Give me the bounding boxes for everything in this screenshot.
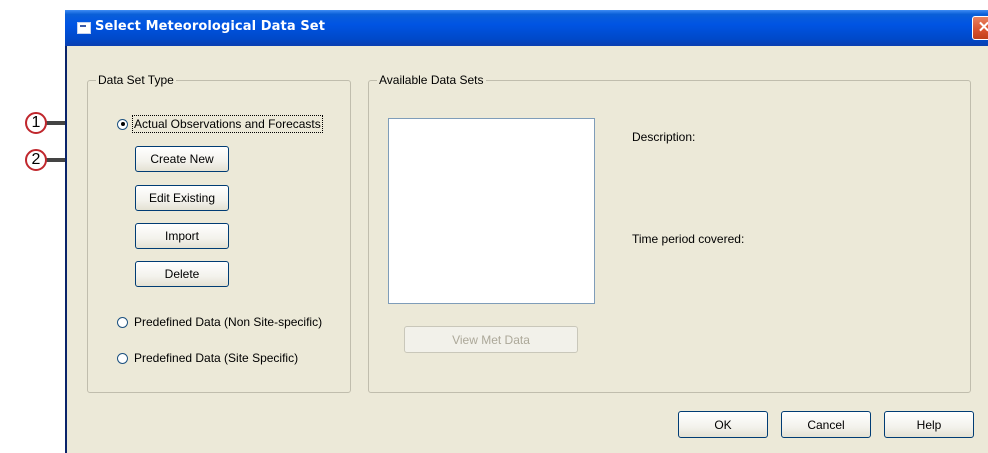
title-bar[interactable]: Select Meteorological Data Set ✕ (65, 10, 988, 46)
radio-predefined-non-site[interactable]: Predefined Data (Non Site-specific) (117, 315, 322, 329)
edit-existing-label: Edit Existing (148, 191, 216, 205)
available-data-sets-legend: Available Data Sets (379, 73, 484, 87)
edit-existing-button[interactable]: Edit Existing (135, 185, 229, 211)
dialog-window: Select Meteorological Data Set ✕ Data Se… (65, 10, 988, 453)
import-label: Import (164, 229, 199, 243)
create-new-label: Create New (150, 152, 214, 166)
radio-button-checked[interactable] (117, 118, 128, 130)
close-button[interactable]: ✕ (972, 16, 988, 40)
description-label: Description: (632, 130, 696, 144)
data-sets-listbox[interactable] (388, 118, 595, 304)
callout-2: 2 (25, 149, 47, 171)
view-met-data-button[interactable]: View Met Data (404, 326, 578, 353)
dialog-title: Select Meteorological Data Set (95, 19, 326, 34)
help-button[interactable]: Help (884, 411, 974, 438)
dialog-client-area: Data Set Type Actual Observations and Fo… (67, 46, 988, 453)
radio-button[interactable] (117, 316, 128, 328)
callout-1: 1 (25, 112, 47, 134)
radio-predefined-site[interactable]: Predefined Data (Site Specific) (117, 351, 298, 365)
radio-predefined-non-site-label: Predefined Data (Non Site-specific) (134, 315, 323, 329)
time-period-label: Time period covered: (632, 232, 745, 246)
create-new-button[interactable]: Create New (135, 146, 229, 172)
delete-button[interactable]: Delete (135, 261, 229, 287)
close-icon: ✕ (977, 19, 988, 36)
ok-label: OK (714, 417, 732, 432)
cancel-label: Cancel (807, 417, 845, 432)
view-met-data-label: View Met Data (452, 332, 530, 347)
radio-actual-observations[interactable]: Actual Observations and Forecasts (117, 115, 323, 133)
app-window-icon (77, 22, 91, 34)
cancel-button[interactable]: Cancel (781, 411, 871, 438)
import-button[interactable]: Import (135, 223, 229, 249)
data-set-type-legend: Data Set Type (98, 73, 174, 87)
ok-button[interactable]: OK (678, 411, 768, 438)
radio-actual-observations-label: Actual Observations and Forecasts (132, 115, 323, 133)
help-label: Help (916, 417, 942, 432)
radio-button[interactable] (117, 352, 128, 364)
radio-predefined-site-label: Predefined Data (Site Specific) (134, 351, 299, 365)
delete-label: Delete (164, 267, 200, 281)
